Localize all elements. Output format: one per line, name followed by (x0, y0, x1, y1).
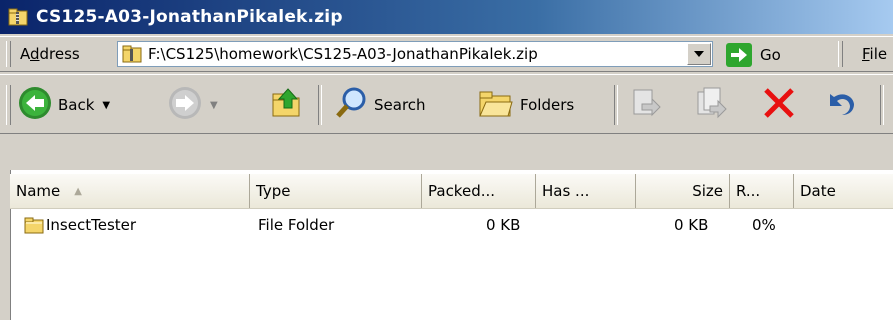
delete-icon (762, 86, 796, 124)
back-icon (18, 86, 52, 124)
column-header-ratio[interactable]: R... (730, 174, 794, 208)
menu-file[interactable]: File (862, 45, 887, 63)
chevron-down-icon[interactable]: ▼ (210, 100, 218, 111)
folder-icon (24, 216, 44, 234)
toolbar-separator (318, 85, 322, 125)
address-dropdown-button[interactable] (687, 43, 711, 65)
folders-button[interactable]: Folders (478, 87, 574, 123)
undo-icon (822, 86, 856, 124)
column-header-type[interactable]: Type (250, 174, 422, 208)
copy-to-button[interactable] (694, 87, 728, 123)
undo-button[interactable] (822, 87, 856, 123)
move-to-icon (628, 86, 662, 124)
toolbar-grip[interactable] (6, 85, 11, 125)
column-header-has[interactable]: Has ... (536, 174, 636, 208)
forward-button[interactable]: ▼ (168, 87, 218, 123)
file-size: 0 KB (674, 216, 709, 234)
search-button[interactable]: Search (334, 87, 426, 123)
column-header-packed[interactable]: Packed... (422, 174, 536, 208)
go-button[interactable]: Go (726, 42, 781, 68)
go-label: Go (760, 46, 781, 64)
list-item[interactable]: InsectTester File Folder 0 KB 0 KB 0% (10, 214, 893, 238)
back-button[interactable]: Back ▼ (18, 87, 110, 123)
zip-folder-icon (8, 7, 28, 27)
toolbar-grip[interactable] (6, 41, 11, 67)
search-icon (334, 86, 368, 124)
list-header: Name ▲ Type Packed... Has ... Size R... … (10, 174, 893, 209)
toolbar-separator (614, 85, 618, 125)
address-bar: Address F:\CS125\homework\CS125-A03-Jona… (0, 36, 893, 72)
copy-to-icon (694, 86, 728, 124)
title-bar[interactable]: CS125-A03-JonathanPikalek.zip (0, 0, 893, 34)
pane-border (0, 134, 893, 170)
file-ratio: 0% (752, 216, 776, 234)
delete-button[interactable] (762, 87, 796, 123)
folders-icon (478, 86, 514, 124)
standard-toolbar: Back ▼ ▼ Search Folders (0, 74, 893, 134)
toolbar-grip[interactable] (838, 41, 843, 67)
up-folder-icon (270, 86, 304, 124)
column-header-name[interactable]: Name ▲ (10, 174, 250, 208)
go-arrow-icon (726, 43, 752, 67)
chevron-down-icon[interactable]: ▼ (102, 100, 110, 111)
column-header-size[interactable]: Size (636, 174, 730, 208)
toolbar-separator (880, 85, 884, 125)
zip-folder-icon (122, 45, 142, 63)
file-type: File Folder (258, 216, 335, 234)
move-to-button[interactable] (628, 87, 662, 123)
window-title: CS125-A03-JonathanPikalek.zip (36, 7, 343, 27)
up-folder-button[interactable] (270, 87, 304, 123)
file-name[interactable]: InsectTester (46, 216, 136, 234)
dropdown-arrow-icon (694, 51, 704, 57)
address-value: F:\CS125\homework\CS125-A03-JonathanPika… (148, 45, 538, 63)
sort-up-icon: ▲ (74, 185, 82, 197)
column-header-date[interactable]: Date (794, 174, 893, 208)
forward-icon (168, 86, 202, 124)
address-input[interactable]: F:\CS125\homework\CS125-A03-JonathanPika… (117, 41, 713, 67)
address-label: Address (20, 45, 80, 63)
file-packed: 0 KB (486, 216, 521, 234)
